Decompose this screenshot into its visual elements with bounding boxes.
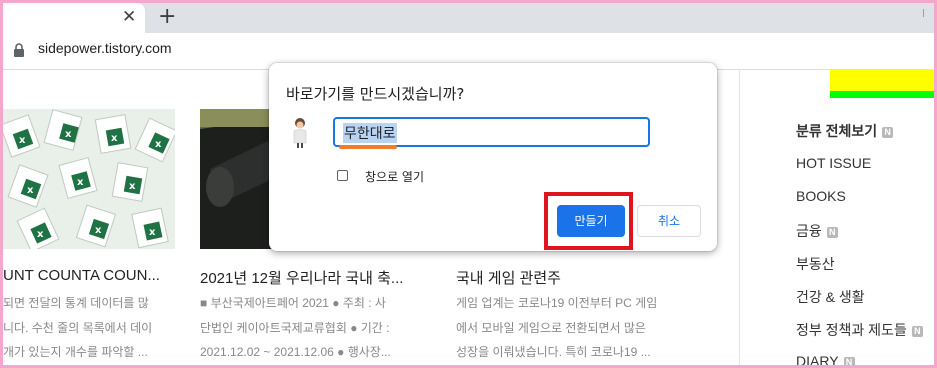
category-books[interactable]: BOOKS — [796, 188, 846, 204]
svg-text:x: x — [155, 139, 162, 150]
highlight-underline — [339, 145, 397, 149]
post-excerpt-line: 단법인 케이아트국제교류협회 ● 기간 : — [200, 321, 390, 335]
svg-text:x: x — [19, 135, 26, 146]
dialog-title: 바로가기를 만드시겠습니까? — [286, 85, 465, 103]
post-excerpt-line: 에서 모바일 게임으로 전환되면서 많은 — [456, 321, 646, 335]
post-excerpt-line: 2021.12.02 ~ 2021.12.06 ● 행사장... — [200, 345, 391, 359]
post-excerpt-line: 개가 있는지 개수를 파악할 ... — [3, 345, 148, 359]
post-excerpt-line: 니다. 수천 줄의 목록에서 데이 — [3, 321, 153, 335]
browser-window: ✕ + sidepower.tistory.com x x x x x x x … — [3, 3, 934, 365]
highlight-box — [544, 192, 633, 250]
sidebar-divider — [739, 69, 740, 365]
svg-text:x: x — [27, 185, 34, 196]
category-real-estate[interactable]: 부동산 — [796, 254, 835, 274]
site-favicon-icon — [293, 118, 307, 148]
window-control-edge — [923, 9, 924, 17]
category-policy[interactable]: 정부 정책과 제도들 N — [796, 320, 923, 340]
post-excerpt-line: 성장을 이뤄냈습니다. 특히 코로나19 ... — [456, 345, 651, 359]
category-hot-issue[interactable]: HOT ISSUE — [796, 155, 871, 171]
new-badge: N — [882, 126, 894, 138]
post-excerpt-line: 게임 업계는 코로나19 이전부터 PC 게임 — [456, 296, 658, 310]
post-title[interactable]: UNT COUNTA COUN... — [3, 267, 160, 284]
close-tab-icon[interactable]: ✕ — [122, 7, 136, 27]
new-badge: N — [826, 226, 838, 238]
category-all[interactable]: 분류 전체보기 N — [796, 121, 894, 141]
cancel-button[interactable]: 취소 — [637, 205, 701, 237]
url-text[interactable]: sidepower.tistory.com — [38, 40, 172, 56]
svg-text:x: x — [65, 129, 72, 140]
post-excerpt-line: 되면 전달의 통계 데이터를 많 — [3, 296, 149, 310]
post-thumbnail-excel[interactable]: x x x x x x x x x x — [3, 109, 175, 249]
svg-text:x: x — [77, 177, 84, 188]
svg-text:x: x — [95, 225, 102, 236]
open-as-window-checkbox[interactable] — [337, 170, 348, 181]
category-diary[interactable]: DIARY N — [796, 353, 855, 365]
category-health-life[interactable]: 건강 & 생활 — [796, 287, 865, 307]
banner-green — [830, 91, 934, 98]
svg-text:x: x — [111, 133, 118, 144]
tab-strip: ✕ + — [3, 3, 934, 33]
new-badge: N — [843, 356, 855, 365]
create-shortcut-dialog: 바로가기를 만드시겠습니까? 무한대로 창으로 열기 만들기 취소 — [269, 63, 717, 251]
active-tab[interactable]: ✕ — [3, 3, 145, 33]
svg-text:x: x — [129, 181, 136, 192]
new-tab-icon[interactable]: + — [158, 4, 176, 29]
new-badge: N — [911, 325, 923, 337]
category-finance[interactable]: 금융 N — [796, 221, 838, 241]
open-as-window-label[interactable]: 창으로 열기 — [365, 168, 424, 185]
post-title[interactable]: 국내 게임 관련주 — [456, 267, 561, 288]
shortcut-name-input[interactable]: 무한대로 — [333, 117, 650, 147]
shortcut-name-value: 무한대로 — [343, 123, 397, 143]
lock-icon[interactable] — [13, 43, 25, 57]
svg-text:x: x — [37, 229, 44, 240]
banner-yellow — [830, 69, 934, 91]
svg-text:x: x — [149, 227, 156, 238]
post-title[interactable]: 2021년 12월 우리나라 국내 축... — [200, 267, 403, 288]
post-thumbnail-photo[interactable] — [200, 109, 272, 249]
post-excerpt-line: ■ 부산국제아트페어 2021 ● 주최 : 사 — [200, 296, 386, 310]
